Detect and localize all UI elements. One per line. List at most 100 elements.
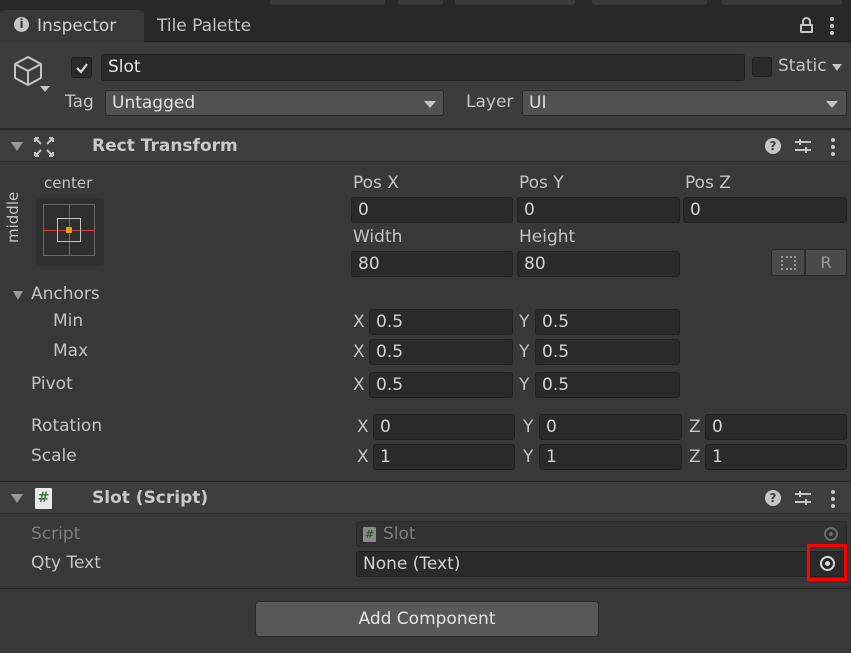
rot-y-field[interactable]: 0	[539, 414, 682, 440]
pos-z-label: Pos Z	[685, 173, 731, 193]
min-label: Min	[53, 311, 84, 331]
layer-dropdown[interactable]: UI	[522, 90, 847, 116]
cube-icon	[14, 56, 42, 86]
width-field[interactable]: 80	[351, 251, 513, 277]
tab-tile-palette-label: Tile Palette	[157, 16, 252, 36]
max-x-field[interactable]: 0.5	[369, 339, 513, 365]
anchor-presets-button[interactable]	[36, 198, 104, 266]
script-field: # Slot	[356, 521, 847, 547]
layer-value: UI	[529, 93, 547, 113]
script-label: Script	[31, 524, 81, 544]
rot-y-axis: Y	[523, 417, 534, 437]
gameobject-header: Slot Static Tag Untagged Layer UI	[0, 43, 851, 129]
name-field[interactable]: Slot	[101, 54, 745, 81]
static-dropdown-arrow[interactable]	[832, 64, 842, 71]
rect-transform-title: Rect Transform	[92, 136, 238, 156]
max-label: Max	[53, 341, 89, 361]
tab-tile-palette[interactable]: Tile Palette	[144, 10, 274, 43]
foldout-arrow-icon[interactable]	[11, 494, 23, 503]
lock-icon[interactable]	[800, 17, 814, 33]
pivot-x-axis: X	[353, 375, 365, 395]
object-picker-icon	[824, 527, 838, 541]
max-x-axis: X	[353, 342, 365, 362]
rect-transform-header[interactable]: Rect Transform ?	[0, 129, 851, 162]
blueprint-mode-button[interactable]	[771, 249, 805, 276]
help-icon[interactable]: ?	[765, 138, 781, 154]
max-y-field[interactable]: 0.5	[535, 339, 680, 365]
scale-x-axis: X	[357, 447, 369, 467]
component-menu-icon[interactable]	[831, 138, 835, 156]
rotation-label: Rotation	[31, 416, 103, 436]
qty-text-label: Qty Text	[31, 553, 101, 573]
rect-transform-body: center middle Pos X Pos Y Pos Z 0 0 0 Wi…	[0, 163, 851, 481]
slot-script-body: Script # Slot Qty Text None (Text)	[0, 515, 851, 589]
check-icon	[76, 63, 88, 74]
raw-edit-button[interactable]: R	[805, 249, 847, 276]
scale-x-field[interactable]: 1	[373, 444, 515, 470]
layer-label: Layer	[466, 92, 514, 112]
rect-transform-icon	[34, 137, 54, 157]
pivot-x-field[interactable]: 0.5	[369, 372, 513, 398]
qty-text-value: None (Text)	[363, 554, 461, 574]
info-icon: i	[14, 17, 29, 32]
blueprint-icon	[781, 256, 796, 270]
component-menu-icon[interactable]	[831, 490, 835, 508]
help-icon[interactable]: ?	[765, 490, 781, 506]
anchors-foldout-icon[interactable]	[13, 291, 23, 300]
add-component-label: Add Component	[358, 609, 496, 629]
qty-text-field[interactable]: None (Text)	[356, 551, 847, 577]
scale-z-field[interactable]: 1	[705, 444, 847, 470]
pivot-label: Pivot	[31, 374, 73, 394]
pos-y-field[interactable]: 0	[517, 197, 680, 223]
scale-y-axis: Y	[523, 447, 534, 467]
pos-x-label: Pos X	[353, 173, 399, 193]
pivot-y-field[interactable]: 0.5	[535, 372, 680, 398]
chevron-down-icon	[826, 101, 838, 108]
script-icon: #	[363, 527, 376, 542]
active-checkbox[interactable]	[71, 57, 92, 78]
pos-x-field[interactable]: 0	[351, 197, 513, 223]
anchor-dot	[66, 227, 72, 233]
slot-script-header[interactable]: # Slot (Script) ?	[0, 481, 851, 514]
add-component-button[interactable]: Add Component	[255, 601, 599, 637]
presets-icon[interactable]	[794, 490, 812, 507]
min-x-field[interactable]: 0.5	[369, 309, 513, 335]
scale-z-axis: Z	[689, 447, 701, 467]
tag-dropdown[interactable]: Untagged	[105, 90, 444, 116]
rot-z-axis: Z	[689, 417, 701, 437]
anchor-v-label: middle	[4, 191, 22, 243]
anchors-label[interactable]: Anchors	[31, 284, 100, 304]
icon-dropdown-arrow[interactable]	[40, 86, 50, 92]
script-value: Slot	[383, 524, 416, 544]
min-x-axis: X	[353, 312, 365, 332]
foldout-arrow-icon[interactable]	[11, 142, 23, 151]
qty-text-object-picker-button[interactable]	[807, 544, 847, 581]
presets-icon[interactable]	[794, 138, 812, 155]
slot-script-title: Slot (Script)	[92, 488, 209, 508]
scale-y-field[interactable]: 1	[539, 444, 682, 470]
script-icon: #	[35, 488, 52, 509]
tab-inspector[interactable]: i Inspector	[0, 10, 144, 43]
tab-bar: i Inspector Tile Palette	[0, 8, 851, 43]
static-label[interactable]: Static	[778, 56, 827, 76]
rot-z-field[interactable]: 0	[705, 414, 847, 440]
width-label: Width	[353, 227, 403, 247]
pos-z-field[interactable]: 0	[683, 197, 847, 223]
pivot-y-axis: Y	[519, 375, 530, 395]
height-label: Height	[519, 227, 576, 247]
max-y-axis: Y	[519, 342, 530, 362]
height-field[interactable]: 80	[517, 251, 680, 277]
min-y-axis: Y	[519, 312, 530, 332]
min-y-field[interactable]: 0.5	[535, 309, 680, 335]
tag-label: Tag	[65, 92, 94, 112]
top-strip	[0, 0, 851, 8]
scale-label: Scale	[31, 446, 77, 466]
rot-x-field[interactable]: 0	[373, 414, 515, 440]
tag-value: Untagged	[112, 93, 196, 113]
chevron-down-icon	[424, 101, 436, 108]
static-checkbox[interactable]	[752, 57, 772, 77]
anchor-h-label: center	[44, 174, 93, 192]
tab-menu-icon[interactable]	[830, 17, 834, 35]
rot-x-axis: X	[357, 417, 369, 437]
tab-inspector-label: Inspector	[37, 16, 117, 36]
